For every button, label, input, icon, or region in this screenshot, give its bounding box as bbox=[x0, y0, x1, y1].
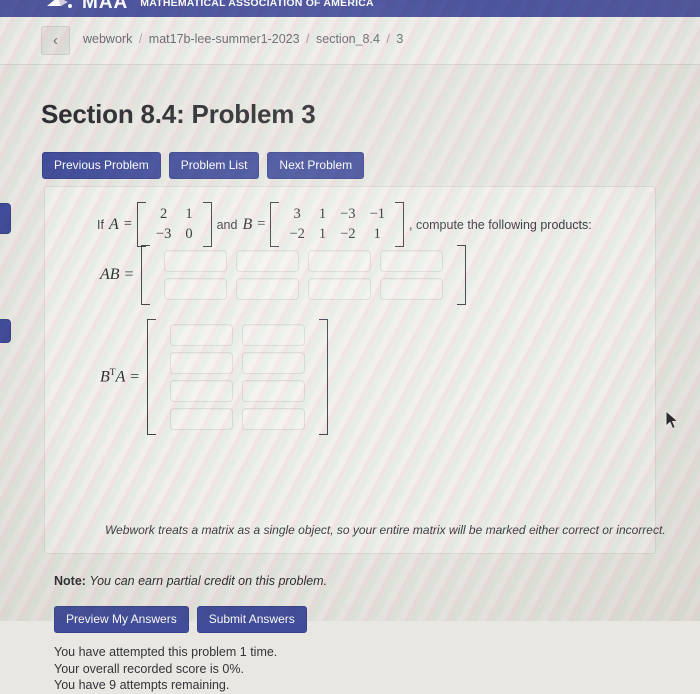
bta-input-r2c1[interactable] bbox=[169, 352, 233, 374]
matrix-a-left-bracket bbox=[136, 202, 146, 248]
matrix-a-cell: 2 bbox=[160, 206, 168, 222]
statement-equals-a: = bbox=[123, 216, 132, 233]
matrix-b-cell: −3 bbox=[340, 206, 356, 222]
answer-block-ab: AB = bbox=[100, 245, 467, 305]
matrix-a: 2 1 −3 0 bbox=[136, 202, 212, 248]
answer-block-bta: BTA = bbox=[100, 319, 328, 435]
breadcrumb-separator-1: / bbox=[138, 32, 143, 46]
breadcrumb-problem[interactable]: 3 bbox=[396, 32, 403, 46]
ab-right-bracket bbox=[457, 245, 467, 305]
bta-right-bracket bbox=[318, 319, 328, 435]
breadcrumb-course[interactable]: mat17b-lee-summer1-2023 bbox=[149, 32, 300, 46]
matrix-b-left-bracket bbox=[270, 202, 280, 248]
preview-my-answers-button[interactable]: Preview My Answers bbox=[54, 606, 189, 633]
bta-input-r1c1[interactable] bbox=[169, 324, 233, 346]
ab-input-r2c2[interactable] bbox=[236, 278, 300, 300]
answer-label-ab-text: AB bbox=[100, 266, 120, 283]
matrix-a-right-bracket bbox=[202, 202, 212, 248]
maa-full-name: MATHEMATICAL ASSOCIATION OF AMERICA bbox=[140, 0, 374, 9]
partial-credit-note-text: You can earn partial credit on this prob… bbox=[89, 574, 328, 588]
page-title: Section 8.4: Problem 3 bbox=[41, 99, 316, 129]
matrix-b-right-bracket bbox=[395, 202, 404, 248]
problem-list-button[interactable]: Problem List bbox=[168, 152, 260, 179]
matrix-b-cell: 1 bbox=[373, 225, 381, 242]
statement-trailing: , compute the following products: bbox=[409, 217, 592, 232]
problem-card: If A = 2 1 −3 0 and B = 3 1 −3 −1 −2 1 −… bbox=[44, 186, 666, 554]
matrix-a-cell: −3 bbox=[155, 225, 172, 242]
bta-input-r3c1[interactable] bbox=[169, 380, 233, 402]
statement-var-a: A bbox=[108, 215, 119, 233]
bta-left-bracket bbox=[146, 319, 156, 435]
ab-input-r1c1[interactable] bbox=[164, 250, 228, 272]
breadcrumb-separator-3: / bbox=[386, 32, 390, 46]
matrix-b-cell: −1 bbox=[369, 206, 385, 222]
previous-problem-button[interactable]: Previous Problem bbox=[42, 152, 161, 179]
attempt-status-line-3: You have 9 attempts remaining. bbox=[54, 678, 230, 692]
answer-label-ab: AB = bbox=[100, 266, 134, 284]
matrix-grading-note: Webwork treats a matrix as a single obje… bbox=[105, 523, 666, 537]
matrix-a-grid: 2 1 −3 0 bbox=[147, 202, 202, 247]
answer-label-bta-equals: = bbox=[129, 368, 140, 386]
answer-label-bta-tail: A bbox=[115, 368, 126, 386]
statement-lead: If bbox=[97, 217, 104, 232]
ab-input-r2c3[interactable] bbox=[308, 278, 372, 300]
ab-input-grid bbox=[157, 245, 450, 305]
matrix-b-cell: 3 bbox=[293, 206, 301, 222]
partial-credit-note-prefix: Note: bbox=[54, 574, 86, 588]
matrix-b-cell: 1 bbox=[318, 206, 327, 222]
next-problem-button[interactable]: Next Problem bbox=[267, 152, 365, 179]
ab-input-r1c3[interactable] bbox=[308, 250, 372, 272]
answer-label-bta: BTA = bbox=[100, 368, 140, 386]
problem-nav-buttons: Previous Problem Problem List Next Probl… bbox=[42, 152, 365, 179]
left-edge-tab-lower[interactable] bbox=[0, 319, 11, 343]
ab-input-r2c1[interactable] bbox=[164, 278, 228, 300]
bta-input-r4c2[interactable] bbox=[241, 408, 305, 430]
matrix-b-grid: 3 1 −3 −1 −2 1 −2 1 bbox=[280, 202, 394, 247]
ab-input-r1c4[interactable] bbox=[380, 250, 444, 272]
bta-input-r2c2[interactable] bbox=[241, 352, 305, 374]
breadcrumb-bar: ‹ webwork / mat17b-lee-summer1-2023 / se… bbox=[0, 17, 700, 65]
breadcrumb: webwork / mat17b-lee-summer1-2023 / sect… bbox=[83, 32, 403, 46]
matrix-a-cell: 0 bbox=[185, 225, 193, 242]
matrix-b-cell: −2 bbox=[340, 225, 356, 242]
bta-input-grid bbox=[163, 319, 312, 435]
breadcrumb-root[interactable]: webwork bbox=[83, 32, 132, 46]
breadcrumb-section[interactable]: section_8.4 bbox=[316, 32, 380, 46]
bta-input-r3c2[interactable] bbox=[241, 380, 305, 402]
attempt-status-line-1: You have attempted this problem 1 time. bbox=[54, 645, 278, 659]
back-button[interactable]: ‹ bbox=[41, 26, 70, 55]
brand-bar-content: MAA MATHEMATICAL ASSOCIATION OF AMERICA bbox=[46, 0, 374, 13]
problem-page: Section 8.4: Problem 3 Previous Problem … bbox=[0, 64, 700, 692]
problem-statement: If A = 2 1 −3 0 and B = 3 1 −3 −1 −2 1 −… bbox=[97, 202, 592, 248]
partial-credit-note: Note: You can earn partial credit on thi… bbox=[54, 574, 327, 588]
ab-input-r1c2[interactable] bbox=[236, 250, 300, 272]
bta-input-r4c1[interactable] bbox=[169, 408, 233, 430]
submit-answers-button[interactable]: Submit Answers bbox=[196, 606, 307, 633]
matrix-b: 3 1 −3 −1 −2 1 −2 1 bbox=[270, 202, 404, 248]
matrix-b-cell: −2 bbox=[289, 225, 305, 242]
chevron-left-icon: ‹ bbox=[53, 32, 58, 49]
answer-label-ab-equals: = bbox=[123, 266, 135, 283]
attempt-status-line-2: Your overall recorded score is 0%. bbox=[54, 661, 244, 676]
bta-input-r1c2[interactable] bbox=[241, 324, 305, 346]
matrix-a-cell: 1 bbox=[185, 206, 193, 222]
breadcrumb-separator-2: / bbox=[306, 32, 310, 46]
matrix-b-cell: 1 bbox=[318, 225, 327, 242]
statement-and: and bbox=[216, 217, 238, 232]
maa-short-name: MAA bbox=[82, 0, 129, 13]
maa-logo-icon bbox=[46, 0, 74, 13]
statement-equals-b: = bbox=[257, 216, 266, 233]
ab-left-bracket bbox=[141, 245, 151, 305]
statement-var-b: B bbox=[242, 215, 253, 233]
brand-bar: MAA MATHEMATICAL ASSOCIATION OF AMERICA bbox=[0, 0, 700, 17]
answer-label-bta-base: B bbox=[100, 368, 110, 386]
ab-input-r2c4[interactable] bbox=[380, 278, 444, 300]
submit-buttons: Preview My Answers Submit Answers bbox=[54, 606, 307, 633]
left-edge-tab-upper[interactable] bbox=[0, 203, 11, 234]
attempt-status: You have attempted this problem 1 time. … bbox=[54, 644, 277, 694]
